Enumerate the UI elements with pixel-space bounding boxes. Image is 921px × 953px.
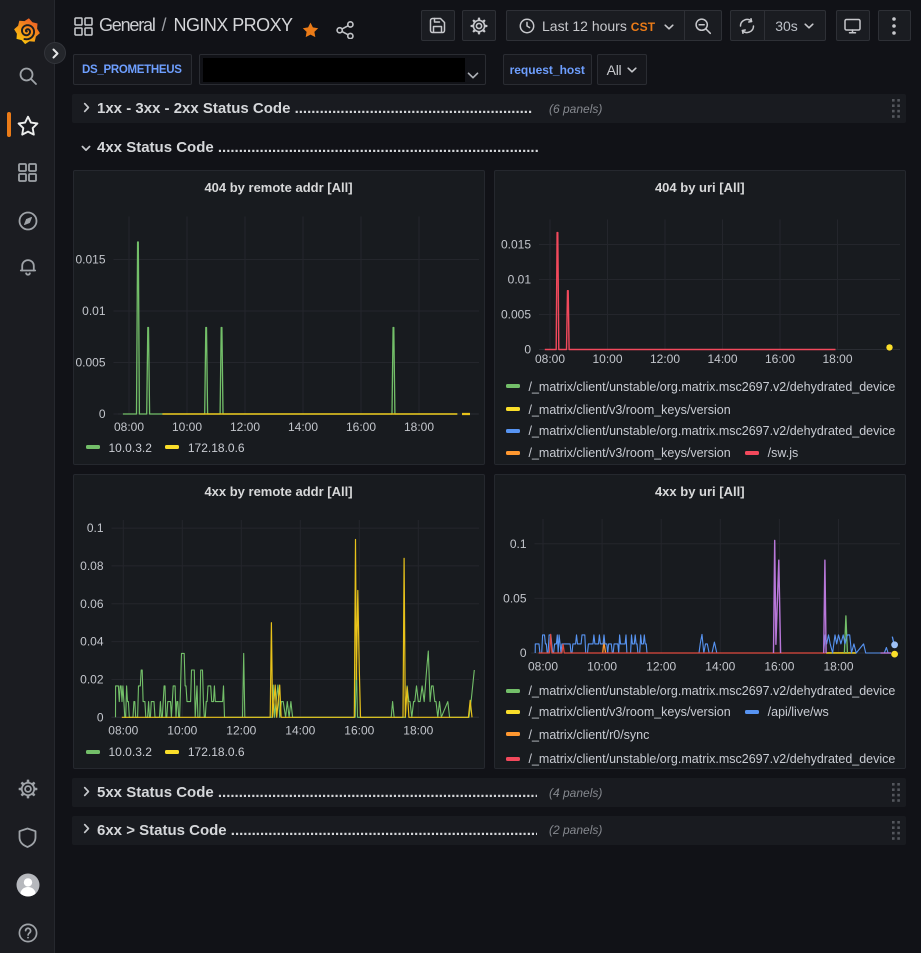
svg-text:0.005: 0.005 <box>75 355 105 369</box>
svg-text:10:00: 10:00 <box>167 724 197 738</box>
svg-text:0: 0 <box>98 407 105 421</box>
svg-text:0.1: 0.1 <box>86 521 103 535</box>
svg-text:08:00: 08:00 <box>113 420 143 434</box>
svg-text:18:00: 18:00 <box>403 724 433 738</box>
svg-text:0.015: 0.015 <box>500 237 530 251</box>
svg-text:16:00: 16:00 <box>345 420 375 434</box>
svg-text:0.005: 0.005 <box>500 307 530 321</box>
svg-text:0.05: 0.05 <box>503 591 527 605</box>
svg-text:16:00: 16:00 <box>764 660 794 674</box>
svg-text:08:00: 08:00 <box>108 724 138 738</box>
svg-text:0.06: 0.06 <box>80 597 104 611</box>
svg-text:0.08: 0.08 <box>80 559 104 573</box>
svg-text:0.015: 0.015 <box>75 252 105 266</box>
svg-text:10:00: 10:00 <box>587 660 617 674</box>
svg-text:08:00: 08:00 <box>527 660 557 674</box>
svg-text:14:00: 14:00 <box>705 660 735 674</box>
svg-text:18:00: 18:00 <box>823 660 853 674</box>
svg-text:14:00: 14:00 <box>707 352 737 366</box>
svg-text:0.1: 0.1 <box>509 537 526 551</box>
svg-text:0.04: 0.04 <box>80 635 104 649</box>
svg-text:18:00: 18:00 <box>403 420 433 434</box>
svg-text:0.01: 0.01 <box>82 304 106 318</box>
svg-text:16:00: 16:00 <box>344 724 374 738</box>
svg-text:12:00: 12:00 <box>649 352 679 366</box>
svg-text:08:00: 08:00 <box>534 352 564 366</box>
svg-text:10:00: 10:00 <box>171 420 201 434</box>
svg-text:14:00: 14:00 <box>285 724 315 738</box>
svg-text:12:00: 12:00 <box>229 420 259 434</box>
svg-text:14:00: 14:00 <box>287 420 317 434</box>
svg-text:0: 0 <box>96 710 103 724</box>
svg-text:16:00: 16:00 <box>764 352 794 366</box>
svg-text:10:00: 10:00 <box>592 352 622 366</box>
svg-text:0: 0 <box>524 342 531 356</box>
svg-text:0.02: 0.02 <box>80 673 104 687</box>
svg-text:12:00: 12:00 <box>226 724 256 738</box>
svg-text:12:00: 12:00 <box>646 660 676 674</box>
svg-text:0: 0 <box>519 646 526 660</box>
svg-text:18:00: 18:00 <box>822 352 852 366</box>
svg-text:0.01: 0.01 <box>507 272 531 286</box>
